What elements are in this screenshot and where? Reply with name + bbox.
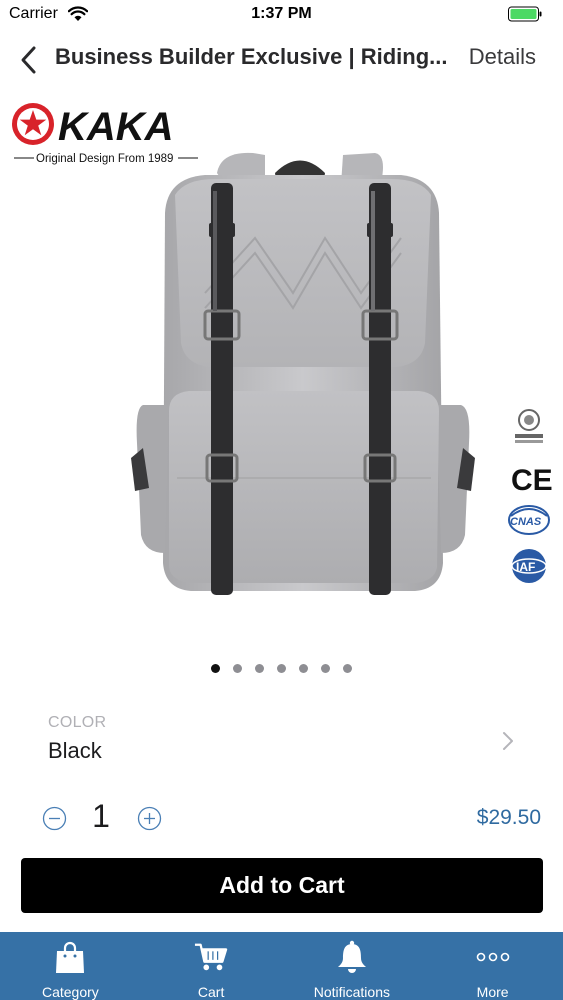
color-option-row[interactable]: COLOR Black (0, 704, 563, 774)
cnas-icon: CNAS (508, 505, 550, 535)
pager-dot[interactable] (321, 664, 330, 673)
backpack-image (131, 152, 475, 595)
pager-dot[interactable] (233, 664, 242, 673)
cart-icon (194, 940, 228, 974)
iaf-icon: IAF (511, 549, 547, 583)
shopping-bag-icon (53, 940, 87, 974)
more-dots-icon (476, 940, 510, 974)
svg-text:IAF: IAF (516, 560, 535, 574)
ce-icon: CE (511, 464, 553, 497)
certification-icons: CE CNAS IAF (508, 409, 553, 583)
bureau-veritas-icon (515, 409, 543, 443)
color-value: Black (48, 738, 102, 763)
chevron-left-icon (21, 46, 36, 74)
quantity-value: 1 (92, 798, 110, 834)
bell-icon (335, 940, 369, 974)
tab-cart-label: Cart (197, 984, 225, 1000)
tab-notifications-label: Notifications (313, 984, 390, 1000)
back-button[interactable] (10, 40, 46, 80)
tab-more[interactable]: More (422, 932, 563, 1000)
tab-bar: Category Cart Notifications More (0, 932, 563, 1000)
tab-category[interactable]: Category (0, 932, 141, 1000)
svg-text:CNAS: CNAS (510, 516, 542, 528)
tab-category-label: Category (41, 984, 99, 1000)
quantity-row: 1 $29.50 (0, 794, 563, 842)
details-button[interactable]: Details (469, 44, 536, 70)
minus-circle-icon[interactable] (42, 806, 67, 831)
pager-dot[interactable] (277, 664, 286, 673)
add-to-cart-button[interactable]: Add to Cart (21, 858, 543, 913)
clock: 1:37 PM (251, 5, 312, 22)
price-label: $29.50 (476, 806, 541, 829)
tab-more-label: More (476, 984, 509, 1000)
image-pager[interactable] (0, 664, 563, 678)
chevron-right-icon (503, 732, 513, 750)
tab-notifications[interactable]: Notifications (282, 932, 423, 1000)
color-label: COLOR (48, 714, 107, 731)
tab-cart[interactable]: Cart (141, 932, 282, 1000)
status-bar: Carrier 1:37 PM (0, 0, 563, 30)
pager-dot[interactable] (299, 664, 308, 673)
product-image-carousel[interactable]: KAKA Original Design From 1989 CE CNAS I… (0, 88, 563, 658)
pager-dot[interactable] (255, 664, 264, 673)
navigation-bar: Business Builder Exclusive | Riding... D… (0, 30, 563, 88)
page-title: Business Builder Exclusive | Riding... (55, 44, 448, 69)
pager-dot[interactable] (343, 664, 352, 673)
pager-dot-active[interactable] (211, 664, 220, 673)
battery-icon (508, 6, 542, 22)
plus-circle-icon[interactable] (137, 806, 162, 831)
svg-text:CE: CE (511, 464, 553, 497)
